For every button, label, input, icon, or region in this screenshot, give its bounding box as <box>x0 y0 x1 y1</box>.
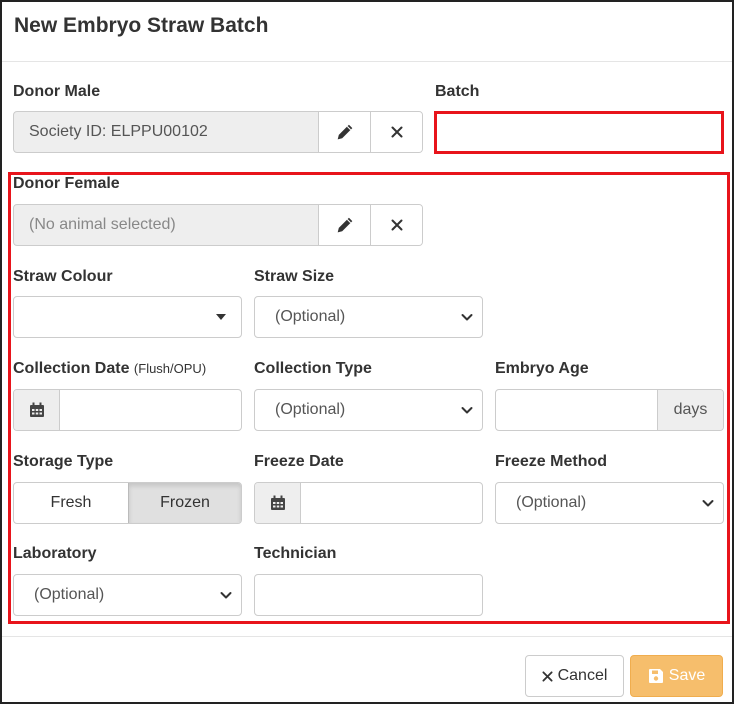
chevron-down-icon <box>702 500 714 507</box>
storage-type-frozen-button[interactable]: Frozen <box>128 483 241 523</box>
freeze-date-input[interactable] <box>254 482 483 524</box>
collection-type-label: Collection Type <box>254 360 372 377</box>
collection-date-label-text: Collection Date <box>13 360 130 377</box>
caret-down-icon <box>216 314 226 320</box>
calendar-icon <box>29 402 44 417</box>
pencil-icon <box>337 217 352 233</box>
save-button-label: Save <box>668 667 706 684</box>
straw-size-value: (Optional) <box>275 308 346 325</box>
technician-label: Technician <box>254 545 337 562</box>
storage-type-fresh-button[interactable]: Fresh <box>14 483 128 523</box>
embryo-age-unit: days <box>657 390 723 430</box>
dialog-header: New Embryo Straw Batch <box>2 2 732 62</box>
batch-highlight-box <box>434 111 724 154</box>
cancel-button[interactable]: Cancel <box>525 655 624 697</box>
donor-male-clear-button[interactable] <box>370 112 422 152</box>
dialog-title: New Embryo Straw Batch <box>14 14 269 37</box>
embryo-age-label: Embryo Age <box>495 360 589 377</box>
freeze-method-value: (Optional) <box>516 494 587 511</box>
chevron-down-icon <box>220 592 232 599</box>
donor-male-label: Donor Male <box>13 83 101 100</box>
save-button[interactable]: Save <box>630 655 723 697</box>
floppy-disk-icon <box>648 669 663 683</box>
straw-colour-select[interactable] <box>13 296 242 338</box>
donor-female-field: (No animal selected) <box>13 204 423 246</box>
new-embryo-straw-batch-dialog: New Embryo Straw Batch Donor Male Societ… <box>0 0 734 704</box>
collection-date-input[interactable] <box>13 389 242 431</box>
storage-type-label: Storage Type <box>13 453 114 470</box>
collection-type-select[interactable]: (Optional) <box>254 389 483 431</box>
footer-divider <box>2 636 732 637</box>
chevron-down-icon <box>461 314 473 321</box>
collection-date-calendar-button[interactable] <box>14 390 60 430</box>
donor-female-label: Donor Female <box>13 175 120 192</box>
batch-input[interactable] <box>437 114 721 151</box>
collection-date-hint: (Flush/OPU) <box>133 361 207 376</box>
technician-input[interactable] <box>254 574 483 616</box>
donor-female-clear-button[interactable] <box>370 205 422 245</box>
freeze-method-select[interactable]: (Optional) <box>495 482 724 524</box>
times-icon <box>542 670 553 682</box>
straw-colour-label: Straw Colour <box>13 268 113 285</box>
chevron-down-icon <box>461 407 473 414</box>
times-icon <box>391 219 402 231</box>
collection-date-label: Collection Date (Flush/OPU) <box>13 360 206 378</box>
collection-type-value: (Optional) <box>275 401 346 418</box>
storage-type-toggle: Fresh Frozen <box>13 482 242 524</box>
donor-female-edit-button[interactable] <box>318 205 370 245</box>
donor-male-field: Society ID: ELPPU00102 <box>13 111 423 153</box>
freeze-date-label: Freeze Date <box>254 453 344 470</box>
cancel-button-label: Cancel <box>557 667 608 684</box>
straw-size-label: Straw Size <box>254 268 335 285</box>
donor-female-value: (No animal selected) <box>29 216 176 233</box>
freeze-date-calendar-button[interactable] <box>255 483 301 523</box>
donor-male-edit-button[interactable] <box>318 112 370 152</box>
donor-male-value: Society ID: ELPPU00102 <box>29 123 208 140</box>
embryo-age-input[interactable]: days <box>495 389 724 431</box>
laboratory-label: Laboratory <box>13 545 97 562</box>
calendar-icon <box>270 495 285 510</box>
laboratory-select[interactable]: (Optional) <box>13 574 242 616</box>
times-icon <box>391 126 402 138</box>
pencil-icon <box>337 124 352 140</box>
laboratory-value: (Optional) <box>34 586 105 603</box>
batch-label: Batch <box>435 83 480 100</box>
freeze-method-label: Freeze Method <box>495 453 608 470</box>
straw-size-select[interactable]: (Optional) <box>254 296 483 338</box>
